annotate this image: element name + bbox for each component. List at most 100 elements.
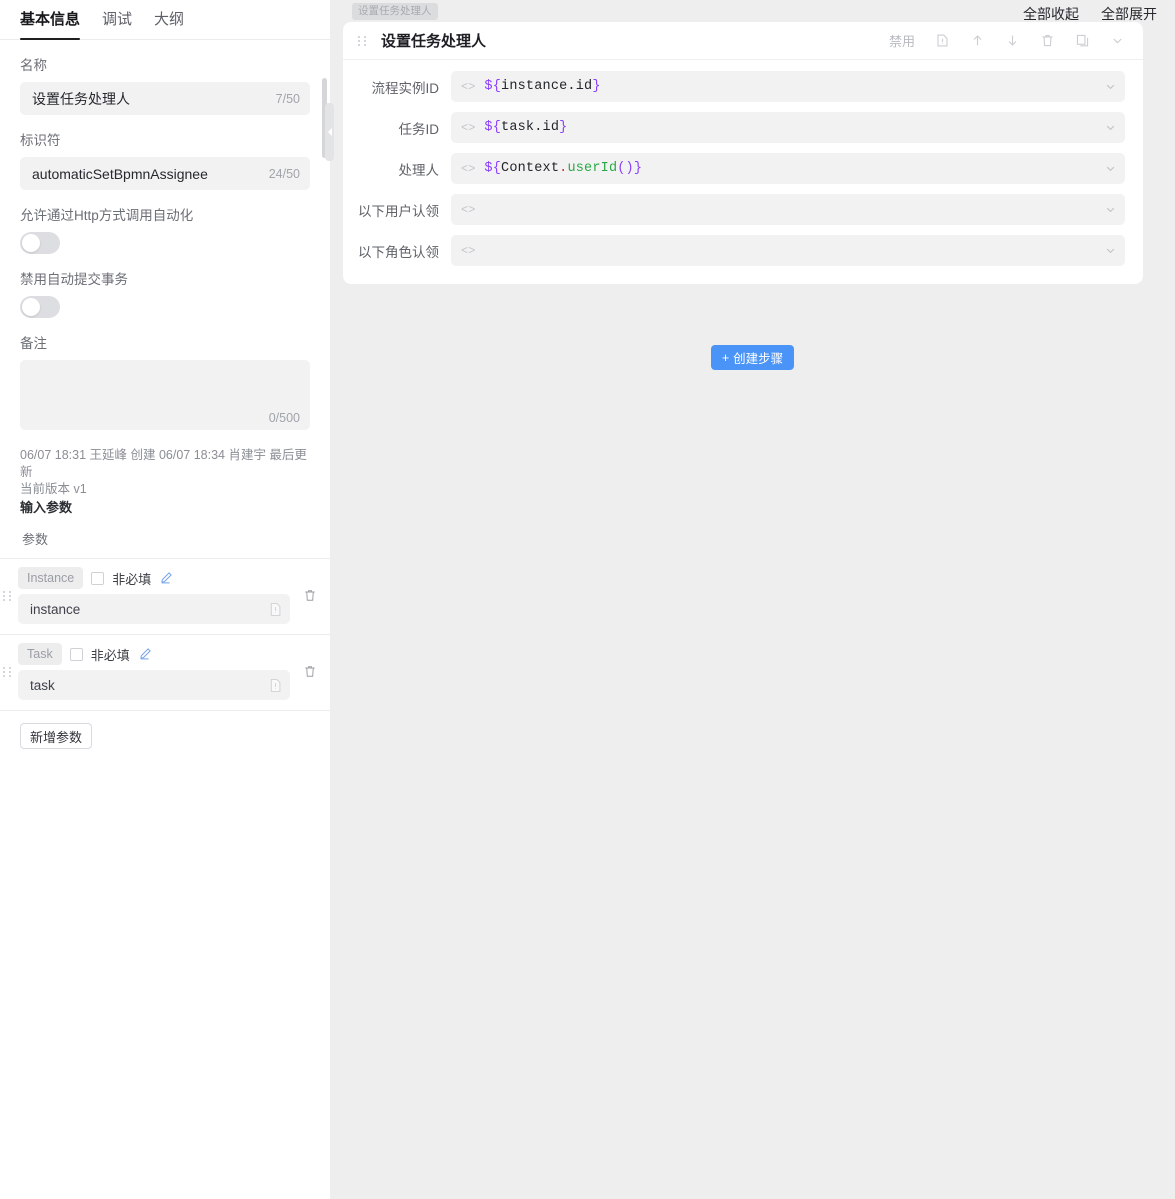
chevron-down-icon[interactable] <box>1110 33 1125 48</box>
toggle-knob <box>22 234 40 252</box>
expression-value: ${Context.userId()} <box>484 161 643 176</box>
expression-value: ${instance.id} <box>484 79 601 94</box>
param-type-badge: Task <box>18 643 62 665</box>
node-breadcrumb-chip[interactable]: 设置任务处理人 <box>352 3 438 20</box>
chevron-down-icon[interactable] <box>1104 121 1117 134</box>
param-body: Task 非必填 task <box>18 643 290 700</box>
document-icon[interactable] <box>269 678 282 693</box>
trash-icon[interactable] <box>303 664 317 679</box>
http-toggle-switch[interactable] <box>20 232 60 254</box>
step-card: 设置任务处理人 禁用 流程实例ID <> ${instance.id} 任务ID… <box>343 22 1143 284</box>
code-brackets-icon: <> <box>461 161 476 176</box>
code-brackets-icon: <> <box>461 120 476 135</box>
tab-outline[interactable]: 大纲 <box>154 10 184 39</box>
plus-icon: + <box>721 350 730 365</box>
chevron-left-icon <box>327 128 332 136</box>
remark-label: 备注 <box>20 336 47 351</box>
code-brackets-icon: <> <box>461 79 476 94</box>
chevron-down-icon[interactable] <box>1104 203 1117 216</box>
expand-all-button[interactable]: 全部展开 <box>1101 3 1157 25</box>
param-optional-checkbox[interactable] <box>91 571 105 585</box>
expression-input[interactable]: <> <box>451 235 1125 266</box>
name-input[interactable]: 设置任务处理人 7/50 <box>20 82 310 115</box>
expression-input[interactable]: <> <box>451 194 1125 225</box>
step-card-title: 设置任务处理人 <box>381 33 487 50</box>
add-param-button[interactable]: 新增参数 <box>20 723 93 749</box>
edit-pencil-icon[interactable] <box>138 647 152 661</box>
panel-body: 名称 设置任务处理人 7/50 标识符 automaticSetBpmnAssi… <box>0 57 330 517</box>
field-row-assignee: 处理人 <> ${Context.userId()} <box>343 153 1125 184</box>
param-optional-label: 非必填 <box>90 647 130 663</box>
toggle-knob <box>22 298 40 316</box>
name-counter: 7/50 <box>275 91 300 106</box>
remark-textarea[interactable]: 0/500 <box>20 360 310 430</box>
trash-icon[interactable] <box>303 588 317 603</box>
name-label: 名称 <box>20 58 47 73</box>
chevron-down-icon[interactable] <box>1104 162 1117 175</box>
copy-icon[interactable] <box>1075 33 1090 48</box>
tab-basic-info[interactable]: 基本信息 <box>20 10 81 40</box>
param-type-badge: Instance <box>18 567 84 589</box>
field-label: 以下用户认领 <box>358 203 439 219</box>
meta-history: 06/07 18:31 王延峰 创建 06/07 18:34 肖建宇 最后更新 … <box>20 447 310 498</box>
drag-handle-icon[interactable] <box>0 590 14 601</box>
note-icon[interactable] <box>935 33 950 48</box>
param-name-input[interactable]: instance <box>18 594 290 624</box>
left-settings-panel: 基本信息 调试 大纲 名称 设置任务处理人 7/50 标识符 automatic… <box>0 0 330 1199</box>
code-brackets-icon: <> <box>461 243 476 258</box>
field-row-candidate-roles: 以下角色认领 <> <box>343 235 1125 266</box>
field-label: 以下角色认领 <box>358 244 439 260</box>
step-card-body: 流程实例ID <> ${instance.id} 任务ID <> ${task.… <box>343 60 1143 284</box>
table-row: Task 非必填 task <box>0 635 330 711</box>
param-name-input[interactable]: task <box>18 670 290 700</box>
panel-collapse-handle[interactable] <box>325 103 334 161</box>
param-body: Instance 非必填 instance <box>18 567 290 624</box>
drag-handle-icon[interactable] <box>355 35 369 46</box>
identifier-input[interactable]: automaticSetBpmnAssignee 24/50 <box>20 157 310 190</box>
expression-input[interactable]: <> ${Context.userId()} <box>451 153 1125 184</box>
param-meta: Instance 非必填 <box>18 567 290 589</box>
chevron-down-icon[interactable] <box>1104 244 1117 257</box>
arrow-down-icon[interactable] <box>1005 33 1020 48</box>
auto-commit-toggle-label: 禁用自动提交事务 <box>20 272 128 287</box>
panel-tabs: 基本信息 调试 大纲 <box>0 0 330 40</box>
table-row: Instance 非必填 instance <box>0 559 330 635</box>
create-step-button[interactable]: + 创建步骤 <box>710 345 795 370</box>
param-name-value: instance <box>30 601 81 617</box>
create-step-container: + 创建步骤 <box>330 345 1175 370</box>
param-delete-cell <box>290 664 330 679</box>
drag-handle-icon[interactable] <box>0 666 14 677</box>
trash-icon[interactable] <box>1040 33 1055 48</box>
field-label: 处理人 <box>398 162 440 178</box>
param-delete-cell <box>290 588 330 603</box>
collapse-all-button[interactable]: 全部收起 <box>1023 3 1079 25</box>
param-name-value: task <box>30 677 55 693</box>
document-icon[interactable] <box>269 602 282 617</box>
expression-input[interactable]: <> ${instance.id} <box>451 71 1125 102</box>
chevron-down-icon[interactable] <box>1104 80 1117 93</box>
arrow-up-icon[interactable] <box>970 33 985 48</box>
auto-commit-toggle-switch[interactable] <box>20 296 60 318</box>
param-optional-checkbox[interactable] <box>69 647 83 661</box>
param-optional-label: 非必填 <box>112 571 152 587</box>
param-column-header: 参数 <box>0 517 330 559</box>
tab-debug[interactable]: 调试 <box>102 10 132 39</box>
code-brackets-icon: <> <box>461 202 476 217</box>
identifier-value: automaticSetBpmnAssignee <box>32 165 208 182</box>
http-toggle-label: 允许通过Http方式调用自动化 <box>20 208 194 223</box>
field-row-task-id: 任务ID <> ${task.id} <box>343 112 1125 143</box>
create-step-label: 创建步骤 <box>733 352 784 366</box>
canvas-top-actions: 全部收起 全部展开 <box>1023 0 1175 25</box>
step-card-toolbar: 禁用 <box>889 31 1131 50</box>
automation-editor: 基本信息 调试 大纲 名称 设置任务处理人 7/50 标识符 automatic… <box>0 0 1175 1199</box>
flow-canvas-panel: 全部收起 全部展开 设置任务处理人 设置任务处理人 禁用 流程实例ID <> $… <box>330 0 1175 1199</box>
meta-history-text: 06/07 18:31 王延峰 创建 06/07 18:34 肖建宇 最后更新 <box>20 448 307 479</box>
edit-pencil-icon[interactable] <box>159 571 173 585</box>
name-value: 设置任务处理人 <box>32 90 130 107</box>
field-label: 任务ID <box>398 121 440 137</box>
expression-input[interactable]: <> ${task.id} <box>451 112 1125 143</box>
param-meta: Task 非必填 <box>18 643 290 665</box>
step-card-header: 设置任务处理人 禁用 <box>343 22 1143 60</box>
field-label: 流程实例ID <box>371 80 440 96</box>
disable-step-button[interactable]: 禁用 <box>889 31 915 50</box>
